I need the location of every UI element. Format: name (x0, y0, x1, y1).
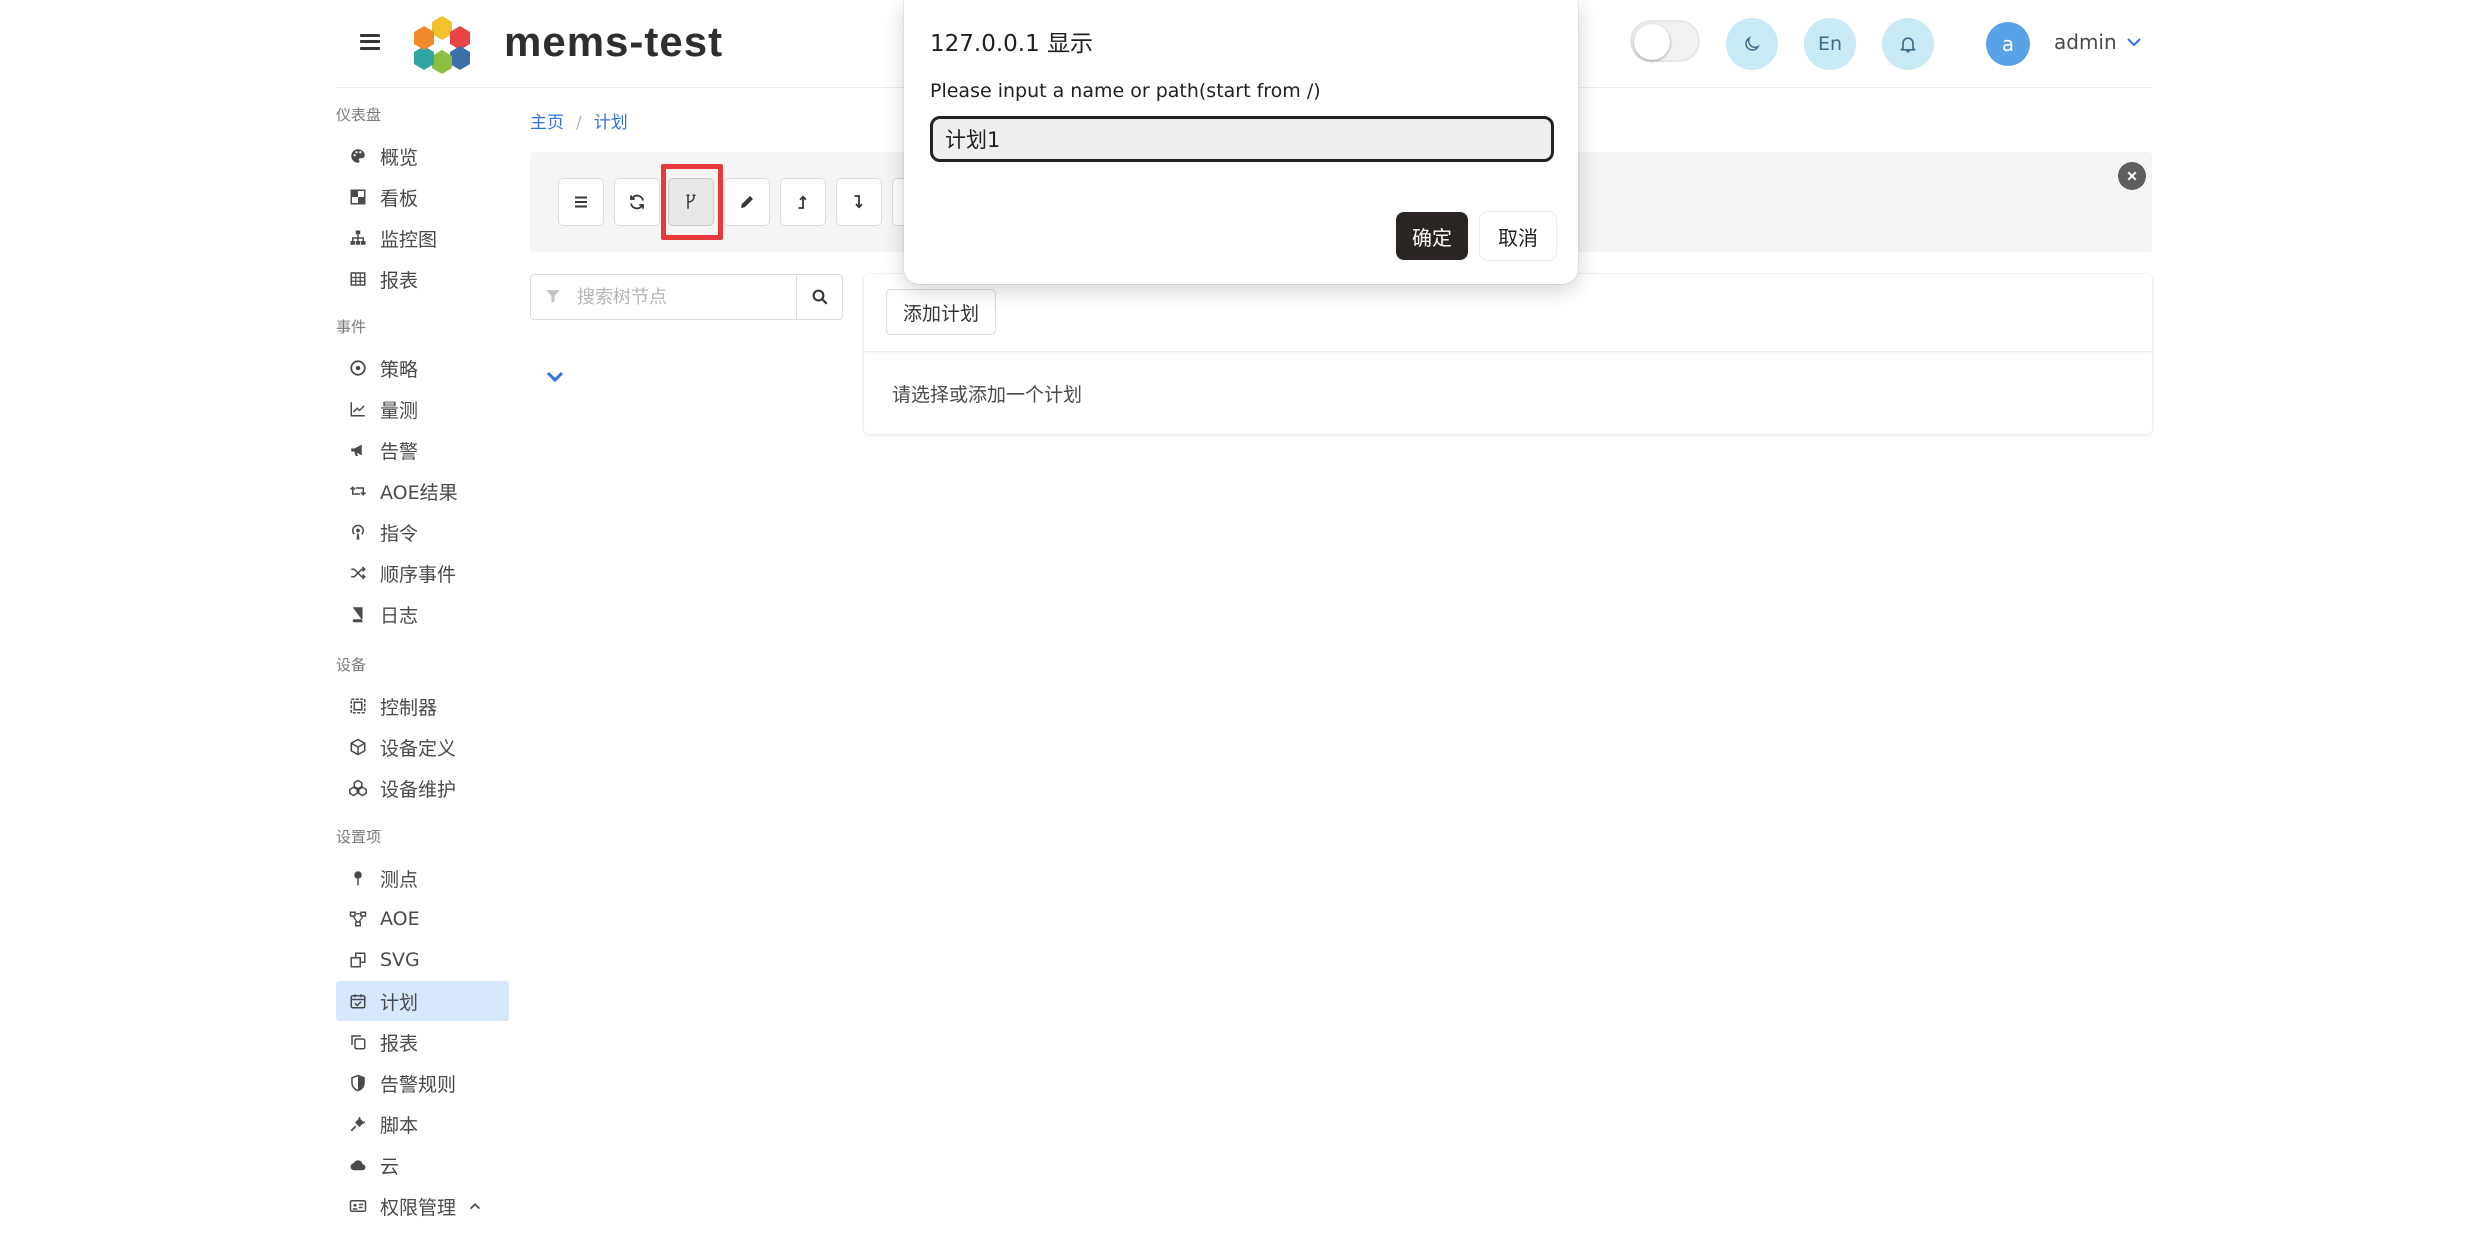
board-icon (348, 187, 368, 207)
sidebar-item-plan[interactable]: 计划 (336, 981, 509, 1021)
language-button[interactable]: En (1804, 18, 1856, 70)
palette-icon (348, 146, 368, 166)
thumbtack-icon (348, 868, 368, 888)
refresh-icon (630, 194, 644, 210)
tree-search-input[interactable] (530, 274, 797, 320)
prompt-dialog: 127.0.0.1 显示 Please input a name or path… (904, 0, 1578, 284)
move-up-button[interactable] (780, 178, 826, 226)
plug-icon (348, 1114, 368, 1134)
sidebar-item-log[interactable]: 日志 (336, 594, 509, 634)
breadcrumb-home[interactable]: 主页 (530, 113, 564, 133)
dialog-name-input[interactable] (930, 116, 1554, 162)
sidebar-item-aoe-result[interactable]: AOE结果 (336, 471, 509, 511)
sidebar-item-cloud[interactable]: 云 (336, 1145, 509, 1185)
dialog-ok-button[interactable]: 确定 (1396, 212, 1468, 260)
moon-icon (1745, 36, 1760, 51)
calendar-check-icon (348, 991, 368, 1011)
project-diagram-icon (348, 909, 368, 929)
sidebar-item-alarm[interactable]: 告警 (336, 430, 509, 470)
sidebar-item-permission[interactable]: 权限管理 (336, 1186, 509, 1226)
chart-line-icon (348, 399, 368, 419)
sidebar-item-report-setting[interactable]: 报表 (336, 1022, 509, 1062)
book-icon (348, 604, 368, 624)
random-icon (348, 563, 368, 583)
avatar[interactable]: a (1986, 22, 2030, 66)
sitemap-icon (348, 228, 368, 248)
sidebar-item-sequence-event[interactable]: 顺序事件 (336, 553, 509, 593)
bell-icon (1900, 37, 1916, 53)
mode-toggle[interactable] (1630, 20, 1700, 62)
sidebar-item-script[interactable]: 脚本 (336, 1104, 509, 1144)
breadcrumb-current[interactable]: 计划 (594, 113, 628, 133)
chevron-up-icon[interactable] (468, 1199, 482, 1213)
id-card-icon (348, 1196, 368, 1216)
copy-icon (348, 1032, 368, 1052)
tree-expand-chevron-icon[interactable] (544, 368, 566, 386)
cube-icon (348, 737, 368, 757)
sidebar-item-device-maint[interactable]: 设备维护 (336, 768, 509, 808)
shield-icon (348, 1073, 368, 1093)
plan-panel: 添加计划 请选择或添加一个计划 (864, 274, 2152, 434)
table-icon (348, 269, 368, 289)
notification-button[interactable] (1882, 18, 1934, 70)
dialog-message: Please input a name or path(start from /… (930, 80, 1321, 102)
tree-search-button[interactable] (796, 274, 843, 320)
level-up-icon (798, 195, 807, 209)
highlight-frame (661, 164, 723, 240)
pencil-icon (741, 196, 753, 208)
plan-panel-header: 添加计划 (864, 274, 2152, 352)
sidebar-section-device: 设备 (336, 656, 367, 674)
retweet-icon (348, 481, 368, 501)
tree-search (530, 274, 843, 320)
search-icon (812, 289, 828, 305)
podcast-icon (348, 522, 368, 542)
sidebar-section-event: 事件 (336, 318, 367, 336)
refresh-button[interactable] (614, 178, 660, 226)
clone-icon (348, 950, 368, 970)
sidebar-item-device-def[interactable]: 设备定义 (336, 727, 509, 767)
sidebar-section-settings: 设置项 (336, 828, 382, 846)
plan-empty-text: 请选择或添加一个计划 (892, 384, 1083, 406)
dialog-title: 127.0.0.1 显示 (930, 31, 1094, 57)
sidebar-item-report[interactable]: 报表 (336, 259, 509, 299)
menu-toggle-icon[interactable] (356, 28, 384, 56)
sidebar-section-dashboard: 仪表盘 (336, 106, 382, 124)
chevron-down-icon[interactable] (2126, 34, 2142, 50)
logo-icon (414, 16, 470, 74)
cubes-icon (348, 778, 368, 798)
filter-icon (546, 290, 560, 303)
sidebar-item-measure[interactable]: 量测 (336, 389, 509, 429)
level-down-icon (854, 195, 863, 209)
dialog-cancel-button[interactable]: 取消 (1480, 212, 1556, 260)
sidebar-item-aoe[interactable]: AOE (336, 899, 509, 939)
list-button[interactable] (558, 178, 604, 226)
close-icon[interactable] (2118, 162, 2146, 190)
list-icon (575, 196, 587, 208)
edit-button[interactable] (724, 178, 770, 226)
sidebar-item-monitor[interactable]: 监控图 (336, 218, 509, 258)
sidebar-item-command[interactable]: 指令 (336, 512, 509, 552)
sidebar-item-point[interactable]: 测点 (336, 858, 509, 898)
object-group-icon (348, 696, 368, 716)
sidebar-item-board[interactable]: 看板 (336, 177, 509, 217)
sidebar-item-overview[interactable]: 概览 (336, 136, 509, 176)
sidebar-item-strategy[interactable]: 策略 (336, 348, 509, 388)
breadcrumb: 主页 / 计划 (530, 113, 628, 133)
theme-button[interactable] (1726, 18, 1778, 70)
compass-icon (348, 358, 368, 378)
sidebar-item-alarm-rule[interactable]: 告警规则 (336, 1063, 509, 1103)
cloud-icon (348, 1155, 368, 1175)
sidebar-item-controller[interactable]: 控制器 (336, 686, 509, 726)
brand-title: mems-test (504, 18, 724, 65)
add-plan-button[interactable]: 添加计划 (886, 289, 997, 335)
user-name[interactable]: admin (2054, 30, 2117, 54)
bullhorn-icon (348, 440, 368, 460)
move-down-button[interactable] (836, 178, 882, 226)
sidebar-item-svg[interactable]: SVG (336, 940, 509, 980)
